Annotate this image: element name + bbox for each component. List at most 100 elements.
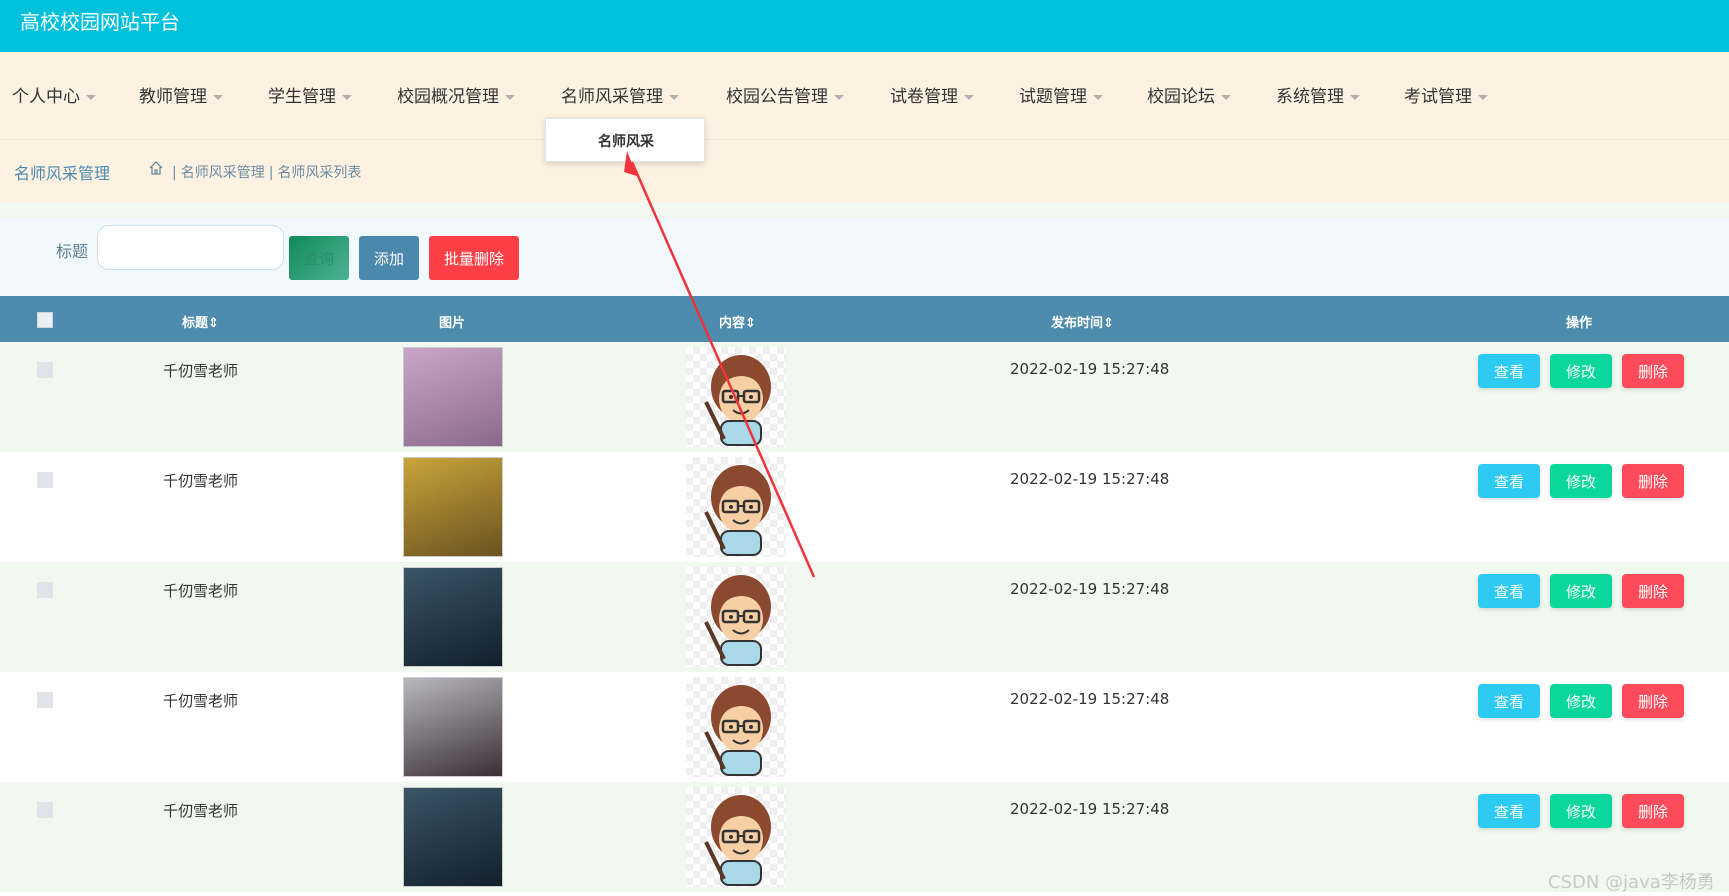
sort-icon: ⇕ [1103,316,1114,331]
column-header-image: 图片 [439,316,466,331]
nav-label: 个人中心 [12,87,80,107]
edit-button[interactable]: 修改 [1550,794,1612,828]
sort-icon: ⇕ [745,316,756,331]
breadcrumb-separator: | [268,165,274,181]
nav-item-teacher-mgmt[interactable]: 教师管理 [139,82,223,107]
dropdown-item-teacher-showcase[interactable]: 名师风采 [546,131,706,151]
nav-dropdown-menu: 名师风采 [545,118,705,162]
teacher-cartoon-icon [704,465,771,556]
breadcrumb: | 名师风采管理 | 名师风采列表 [168,162,361,182]
delete-button[interactable]: 删除 [1622,684,1684,718]
nav-item-campus-overview[interactable]: 校园概况管理 [397,82,515,107]
view-button[interactable]: 查看 [1478,684,1540,718]
caret-down-icon [1093,94,1103,100]
cell-publish-time: 2022-02-19 15:27:48 [1010,470,1170,488]
table-row [0,672,1729,782]
nav-label: 考试管理 [1404,87,1472,107]
delete-button[interactable]: 删除 [1622,354,1684,388]
nav-item-exam-mgmt[interactable]: 考试管理 [1404,82,1488,107]
section-gap [0,202,1729,218]
caret-down-icon [505,94,515,100]
edit-button[interactable]: 修改 [1550,354,1612,388]
watermark: CSDN @java李杨勇 [1548,872,1715,893]
view-button[interactable]: 查看 [1478,464,1540,498]
nav-label: 系统管理 [1276,87,1344,107]
cell-publish-time: 2022-02-19 15:27:48 [1010,360,1170,378]
edit-button[interactable]: 修改 [1550,574,1612,608]
caret-down-icon [834,94,844,100]
add-button[interactable]: 添加 [359,236,419,280]
nav-label: 试卷管理 [890,87,958,107]
breadcrumb-separator: | [172,165,177,181]
teacher-cartoon-icon [704,575,771,666]
edit-button[interactable]: 修改 [1550,684,1612,718]
row-checkbox[interactable] [37,472,53,488]
nav-item-teacher-showcase[interactable]: 名师风采管理 [561,82,679,107]
top-bar: 高校校园网站平台 [0,0,1729,52]
nav-label: 校园论坛 [1147,87,1215,107]
nav-item-question-mgmt[interactable]: 试题管理 [1019,82,1103,107]
cell-publish-time: 2022-02-19 15:27:48 [1010,580,1170,598]
batch-delete-button[interactable]: 批量删除 [429,236,519,280]
content-image-thumbnail[interactable] [686,677,786,777]
cell-title: 千仞雪老师 [163,692,239,710]
cell-publish-time: 2022-02-19 15:27:48 [1010,800,1170,818]
breadcrumb-link[interactable]: 名师风采管理 [181,165,265,181]
nav-item-system-mgmt[interactable]: 系统管理 [1276,82,1360,107]
teacher-photo-thumbnail[interactable] [403,567,503,667]
app-title: 高校校园网站平台 [20,10,180,34]
column-header-actions: 操作 [1566,316,1593,331]
caret-down-icon [669,94,679,100]
view-button[interactable]: 查看 [1478,574,1540,608]
teacher-cartoon-icon [704,685,771,776]
cell-title: 千仞雪老师 [163,582,239,600]
table-row [0,782,1729,892]
row-checkbox[interactable] [37,362,53,378]
content-image-thumbnail[interactable] [686,457,786,557]
header-label: 发布时间 [1051,316,1104,331]
content-image-thumbnail[interactable] [686,787,786,887]
delete-button[interactable]: 删除 [1622,794,1684,828]
nav-item-paper-mgmt[interactable]: 试卷管理 [890,82,974,107]
header-label: 标题 [182,316,209,331]
caret-down-icon [1478,94,1488,100]
nav-label: 校园公告管理 [726,87,828,107]
nav-item-personal-center[interactable]: 个人中心 [12,82,96,107]
view-button[interactable]: 查看 [1478,794,1540,828]
nav-label: 学生管理 [268,87,336,107]
nav-item-student-mgmt[interactable]: 学生管理 [268,82,352,107]
nav-item-campus-notice[interactable]: 校园公告管理 [726,82,844,107]
teacher-cartoon-icon [704,795,771,886]
view-button[interactable]: 查看 [1478,354,1540,388]
content-image-thumbnail[interactable] [686,347,786,447]
cell-title: 千仞雪老师 [163,472,239,490]
home-icon[interactable] [148,160,164,176]
column-header-content[interactable]: 内容⇕ [719,312,756,331]
page-title: 名师风采管理 [14,164,111,183]
teacher-photo-thumbnail[interactable] [403,787,503,887]
delete-button[interactable]: 删除 [1622,464,1684,498]
delete-button[interactable]: 删除 [1622,574,1684,608]
title-search-input[interactable] [97,225,284,270]
column-header-time[interactable]: 发布时间⇕ [1051,312,1114,331]
row-checkbox[interactable] [37,802,53,818]
nav-label: 校园概况管理 [397,87,499,107]
caret-down-icon [1221,94,1231,100]
caret-down-icon [342,94,352,100]
select-all-checkbox[interactable] [37,312,53,328]
teacher-photo-thumbnail[interactable] [403,457,503,557]
nav-label: 试题管理 [1019,87,1087,107]
search-button[interactable]: 查询 [289,236,349,280]
header-label: 内容 [719,316,746,331]
column-header-title[interactable]: 标题⇕ [182,312,219,331]
nav-item-campus-forum[interactable]: 校园论坛 [1147,82,1231,107]
nav-label: 名师风采管理 [561,87,663,107]
content-image-thumbnail[interactable] [686,567,786,667]
search-label: 标题 [56,242,89,261]
breadcrumb-current: 名师风采列表 [277,165,362,181]
row-checkbox[interactable] [37,692,53,708]
row-checkbox[interactable] [37,582,53,598]
teacher-photo-thumbnail[interactable] [403,347,503,447]
edit-button[interactable]: 修改 [1550,464,1612,498]
teacher-photo-thumbnail[interactable] [403,677,503,777]
